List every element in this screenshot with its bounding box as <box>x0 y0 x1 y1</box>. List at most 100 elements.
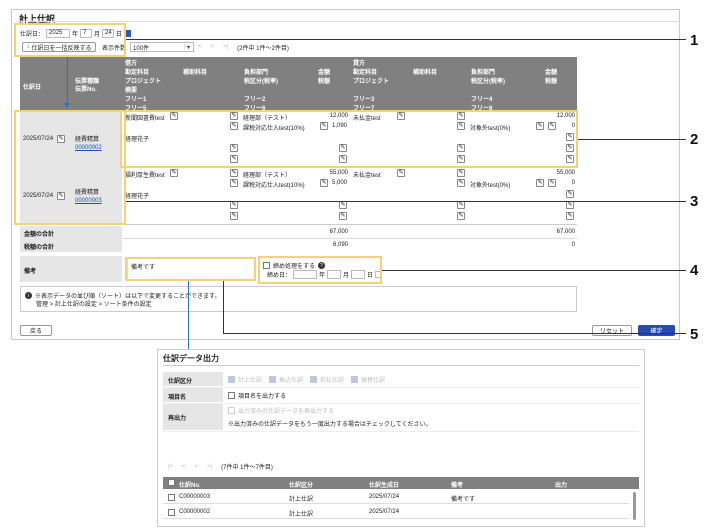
col-output: 出力 <box>555 483 568 489</box>
row-debit-taxamt: 5,000 <box>332 180 348 186</box>
row-kubun: 計上仕訳 <box>289 512 314 518</box>
callout-line-2 <box>578 139 686 140</box>
kubun-option: 計上仕訳 <box>238 378 263 384</box>
edit-icon[interactable]: ✎ <box>339 201 347 209</box>
totals-tax-debit: 6,090 <box>332 242 348 248</box>
edit-icon[interactable]: ✎ <box>230 169 238 177</box>
confirm-button[interactable]: 確定 <box>638 325 675 336</box>
output-pager-last[interactable]: >| <box>207 464 212 470</box>
header-free2: フリー2 <box>244 97 266 103</box>
callout-line-3 <box>126 201 686 202</box>
row-credit-amount: 55,000 <box>556 170 575 176</box>
output-row-divider <box>163 431 639 432</box>
row-credit-account: 未払金test <box>353 173 381 179</box>
item-label: 項目名 <box>168 395 187 401</box>
edit-icon[interactable]: ✎ <box>457 169 465 177</box>
callout-line-5b <box>223 333 686 334</box>
output-pager: |< < > >| (7件中 1件〜7件目) <box>168 462 273 472</box>
table-row: C00000002 計上仕訳 2025/07/24 <box>163 505 629 519</box>
header-credit-account: 勘定科目 <box>353 70 378 76</box>
header-voucher-no: 伝票No. <box>75 87 97 93</box>
edit-icon[interactable]: ✎ <box>457 212 465 220</box>
edit-icon[interactable]: ✎ <box>170 169 178 177</box>
reout-option-label: 出力済みの仕訳データを再出力する <box>238 409 335 415</box>
header-credit-project: プロジェクト <box>353 79 390 85</box>
kubun-checkbox[interactable] <box>351 376 359 383</box>
header-credit-amount: 金額 <box>545 70 558 76</box>
header-free4: フリー4 <box>471 97 493 103</box>
col-kubun: 仕訳区分 <box>289 483 314 489</box>
row-credit-taxamt: 0 <box>571 180 575 186</box>
pager-first[interactable]: |< <box>184 44 189 50</box>
reset-button[interactable]: リセット <box>592 325 632 336</box>
arrow-line <box>67 57 68 105</box>
edit-icon[interactable]: ✎ <box>548 179 556 187</box>
header-voucher-type: 伝票種類 <box>75 79 100 85</box>
edit-icon[interactable]: ✎ <box>536 179 544 187</box>
kubun-label: 仕訳区分 <box>168 379 193 385</box>
row-debit-account: 福利厚生費test <box>125 173 165 179</box>
header-credit-dept: 負担部門 <box>471 70 496 76</box>
totals-divider <box>122 238 577 239</box>
row-checkbox[interactable] <box>168 494 175 501</box>
connector-line-a <box>188 281 189 353</box>
header-credit: 貸方 <box>353 61 366 67</box>
header-date: 仕訳日 <box>23 85 42 91</box>
callout-5: 5 <box>690 326 699 343</box>
header-debit-sub: 補助科目 <box>183 70 208 76</box>
edit-icon[interactable]: ✎ <box>457 201 465 209</box>
row-gen-date: 2025/07/24 <box>369 509 400 515</box>
edit-icon[interactable]: ✎ <box>397 169 405 177</box>
highlight-1 <box>14 23 126 57</box>
edit-icon[interactable]: ✎ <box>457 179 465 187</box>
arrow-head-icon <box>64 103 70 108</box>
edit-icon[interactable]: ✎ <box>566 212 574 220</box>
select-all-checkbox[interactable] <box>168 479 175 486</box>
edit-icon[interactable]: ✎ <box>566 201 574 209</box>
callout-2: 2 <box>690 131 699 148</box>
remarks-label: 備考 <box>24 269 37 275</box>
header-debit-project: プロジェクト <box>125 79 162 85</box>
item-option-row: 項目名を出力する <box>228 391 286 400</box>
kubun-option: 振替仕訳 <box>361 378 386 384</box>
header-debit-dept: 負担部門 <box>244 70 269 76</box>
row-no: C00000003 <box>179 494 211 500</box>
output-pager-next[interactable]: > <box>195 464 199 470</box>
edit-icon[interactable]: ✎ <box>566 190 574 198</box>
edit-icon[interactable]: ✎ <box>230 201 238 209</box>
header-debit-account: 勘定科目 <box>125 70 150 76</box>
callout-4: 4 <box>690 262 699 279</box>
kubun-option: 振込仕訳 <box>279 378 304 384</box>
callout-3: 3 <box>690 193 699 210</box>
item-checkbox[interactable] <box>228 392 235 399</box>
edit-icon[interactable]: ✎ <box>230 212 238 220</box>
row-checkbox[interactable] <box>168 509 175 516</box>
reout-checkbox[interactable] <box>228 407 235 414</box>
info-text2: 管理 > 計上仕訳の設定 > ソート条件の設定 <box>36 302 152 308</box>
output-table-header: 仕訳No. 仕訳区分 仕訳生成日 備考 出力 <box>163 477 639 489</box>
header-credit-taxamt: 税額 <box>545 79 558 85</box>
scrollbar[interactable] <box>633 492 636 520</box>
output-pager-prev[interactable]: < <box>182 464 186 470</box>
kubun-checkbox[interactable] <box>310 376 318 383</box>
pager-prev[interactable]: < <box>198 44 202 50</box>
edit-icon[interactable]: ✎ <box>320 179 328 187</box>
edit-icon[interactable]: ✎ <box>230 179 238 187</box>
edit-icon[interactable]: ✎ <box>339 212 347 220</box>
kubun-checkbox[interactable] <box>269 376 277 383</box>
totals-amount-label: 金額の合計 <box>24 232 55 238</box>
col-remark: 備考 <box>451 483 464 489</box>
totals-amount-debit: 67,000 <box>329 229 348 235</box>
callout-line-1 <box>126 39 686 40</box>
output-title: 仕訳データ出力 <box>163 354 219 363</box>
header-debit-taxamt: 税額 <box>318 79 331 85</box>
output-pager-first[interactable]: |< <box>168 464 173 470</box>
kubun-checkbox[interactable] <box>228 376 235 383</box>
pager-last[interactable]: >| <box>223 44 228 50</box>
totals-amount-credit: 67,000 <box>556 229 575 235</box>
back-button[interactable]: 戻る <box>20 325 52 336</box>
totals-tax-label: 税額の合計 <box>24 245 55 251</box>
row-debit-tax: 課税対応仕入test(10%) <box>243 183 305 189</box>
pager-next[interactable]: > <box>211 44 215 50</box>
row-remark: 備考です <box>451 497 476 503</box>
